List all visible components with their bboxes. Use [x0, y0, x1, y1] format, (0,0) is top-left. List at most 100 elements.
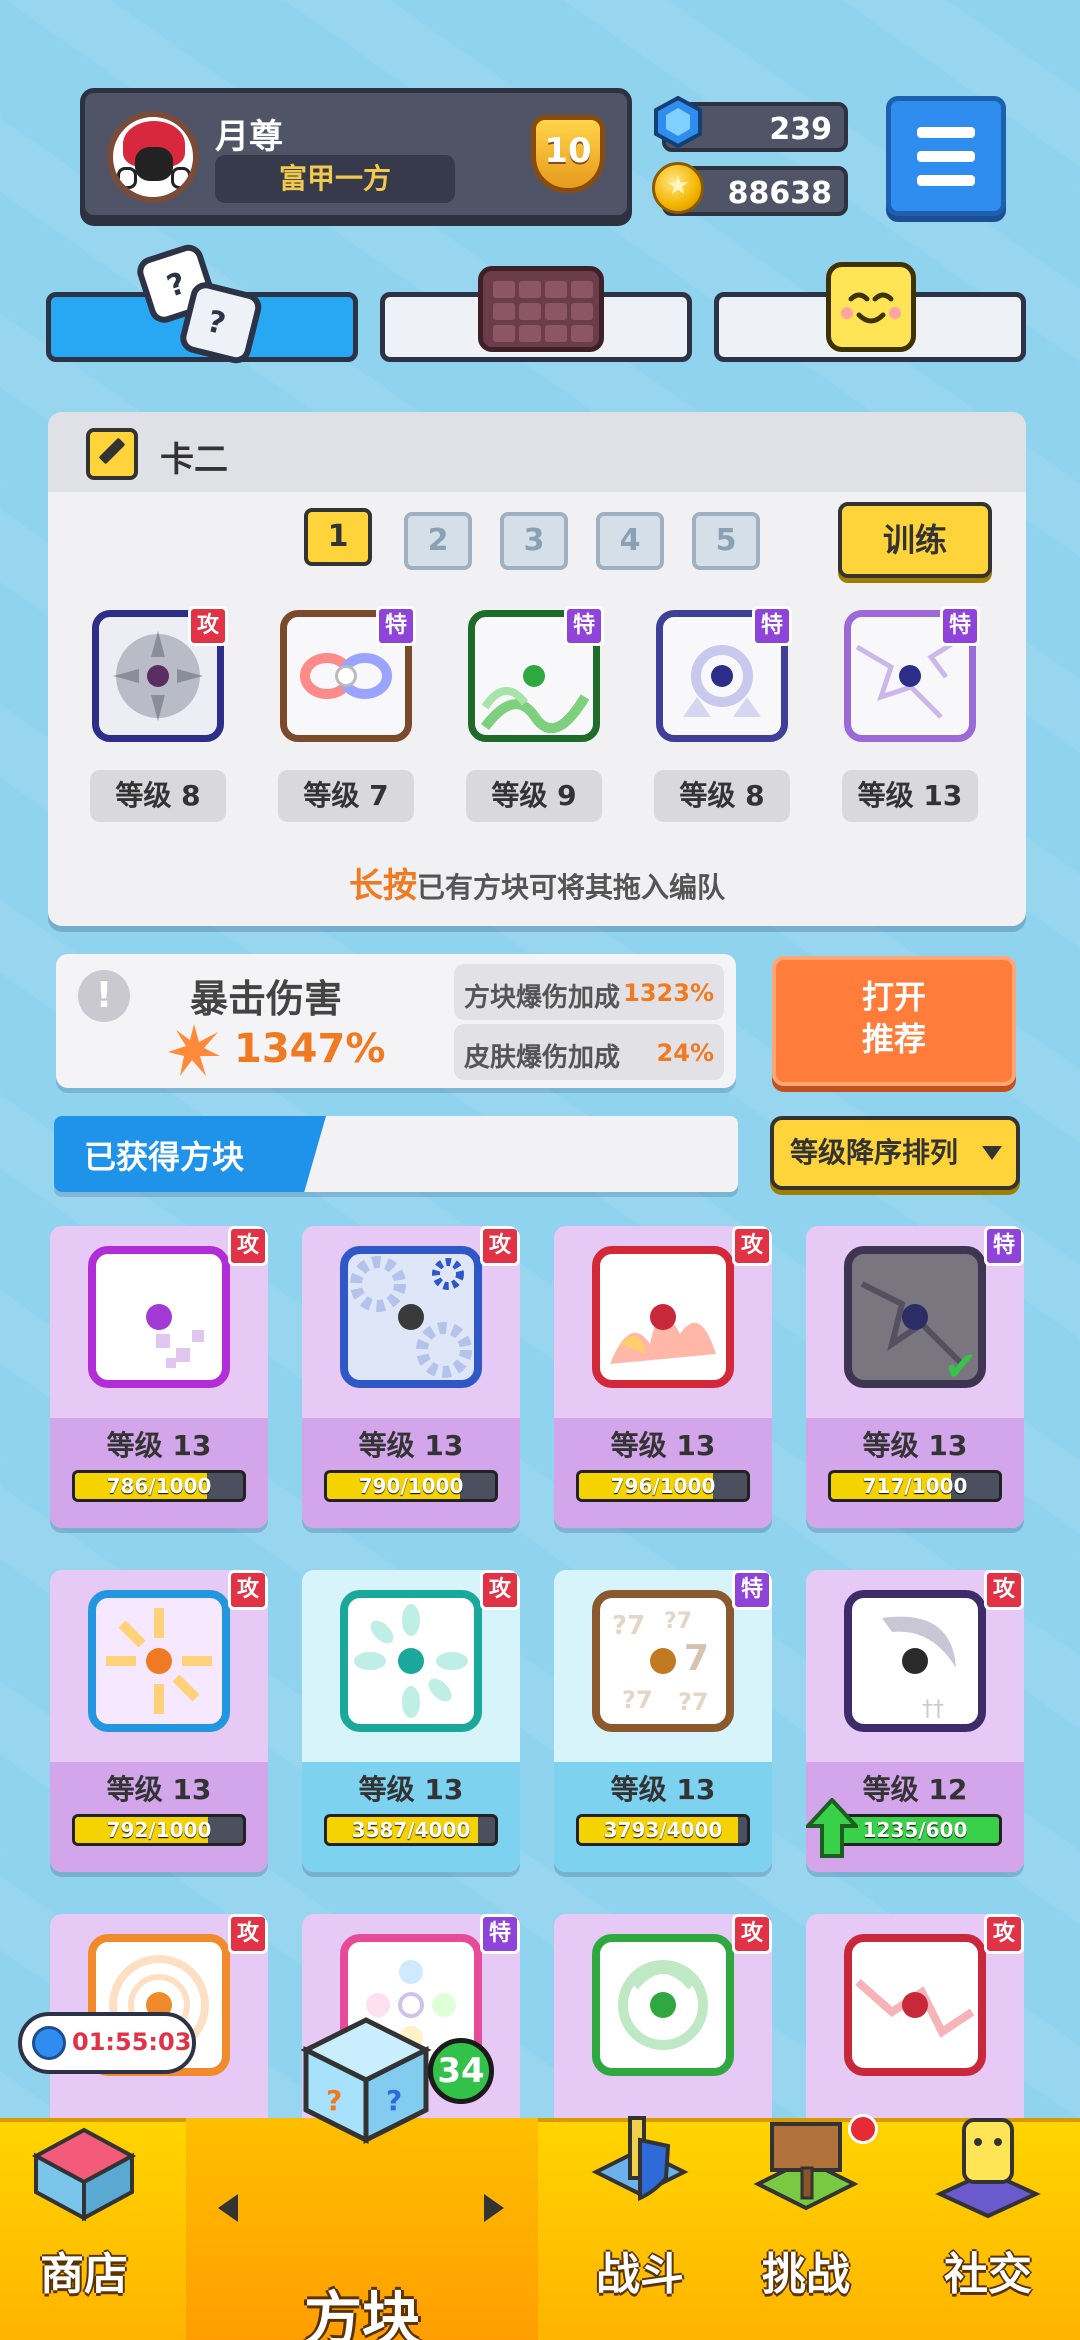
nav-social-label: 社交: [944, 2249, 1032, 2300]
card-progress-text: 792/1000: [106, 1818, 212, 1842]
card-progress-text: 786/1000: [106, 1474, 212, 1498]
nav-challenge[interactable]: 挑战: [726, 2110, 886, 2340]
card-level: 等级 13: [106, 1773, 212, 1806]
svg-text:††: ††: [922, 1697, 944, 1722]
deck-tab-2[interactable]: 2: [404, 512, 472, 570]
deck-tab-3[interactable]: 3: [500, 512, 568, 570]
card-type-tag: 特: [480, 1914, 520, 1954]
card-progress-bar: 3587/4000: [324, 1814, 498, 1846]
deck-tab-5[interactable]: 5: [692, 512, 760, 570]
card-progress-bar: 786/1000: [72, 1470, 246, 1502]
stopwatch-icon: [32, 2026, 66, 2060]
skin-crit-bonus-value: 24%: [656, 1039, 714, 1067]
card-progress-bar: 3793/4000: [576, 1814, 750, 1846]
equipped-check-icon: ✔: [944, 1344, 978, 1390]
dice-icon: ? ?: [137, 244, 262, 364]
scythe-block-icon: ††: [844, 1590, 986, 1732]
skin-crit-bonus-label: 皮肤爆伤加成: [464, 1043, 621, 1073]
rank-number: 10: [544, 131, 592, 171]
card-type-tag: 攻: [228, 1914, 268, 1954]
event-timer[interactable]: 01:55:03: [18, 2012, 196, 2074]
card-level: 等级 13: [610, 1773, 716, 1806]
slot-1-level: 等级 8: [90, 770, 226, 822]
nav-battle[interactable]: 战斗: [560, 2110, 720, 2340]
gem-icon: [654, 96, 702, 148]
card-level: 等级 13: [358, 1429, 464, 1462]
deck-tab-1[interactable]: 1: [304, 508, 372, 566]
block-crit-bonus-label: 方块爆伤加成: [464, 983, 621, 1013]
coin-icon: ★: [652, 162, 704, 214]
slot-3-type-tag: 特: [564, 606, 604, 646]
chevron-down-icon: [982, 1146, 1002, 1160]
player-profile-card[interactable]: 月尊 富甲一方 10: [80, 88, 632, 220]
card-progress-text: 796/1000: [610, 1474, 716, 1498]
character-icon: [935, 2118, 1041, 2219]
gear-block-icon: [340, 1246, 482, 1388]
nav-next-arrow-icon[interactable]: [484, 2194, 504, 2222]
sort-label: 等级降序排列: [790, 1136, 959, 1169]
slot-4-type-tag: 特: [752, 606, 792, 646]
info-icon[interactable]: !: [78, 970, 130, 1022]
card-progress-text: 3793/4000: [603, 1818, 723, 1842]
sun-block-icon: [88, 1590, 230, 1732]
block-card[interactable]: 攻 等级 13 790/1000: [302, 1226, 520, 1528]
menu-button[interactable]: [886, 96, 1006, 216]
nav-shop[interactable]: 商店: [4, 2110, 164, 2340]
svg-text:?7: ?7: [664, 1609, 692, 1634]
slot-5-level: 等级 13: [842, 770, 978, 822]
card-level: 等级 13: [106, 1429, 212, 1462]
timer-text: 01:55:03: [72, 2028, 192, 2056]
upgrade-arrow-icon[interactable]: [806, 1798, 858, 1858]
slot-4-level: 等级 8: [654, 770, 790, 822]
svg-text:7: 7: [684, 1638, 709, 1679]
card-progress-bar: 790/1000: [324, 1470, 498, 1502]
block-card[interactable]: ?7 ?7 ?7 ?7 7 特 等级 13 3793/4000: [554, 1570, 772, 1872]
svg-text:?7: ?7: [612, 1611, 645, 1641]
block-card[interactable]: †† 攻 等级 12 1235/600: [806, 1570, 1024, 1872]
fire-block-icon: [592, 1246, 734, 1388]
nav-battle-label: 战斗: [596, 2249, 684, 2300]
gems-value: 239: [769, 112, 832, 147]
card-progress-text: 790/1000: [358, 1474, 464, 1498]
blocks-count-badge: 34: [428, 2038, 494, 2104]
deck-name[interactable]: 卡二: [160, 432, 228, 481]
crit-damage-panel[interactable]: ! 暴击伤害 1347% 方块爆伤加成 1323% 皮肤爆伤加成 24%: [56, 954, 736, 1088]
slot-5-type-tag: 特: [940, 606, 980, 646]
smile-face-icon: [826, 262, 916, 352]
card-type-tag: 攻: [984, 1570, 1024, 1610]
card-type-tag: 攻: [480, 1226, 520, 1266]
card-type-tag: 攻: [480, 1570, 520, 1610]
card-progress-text: 3587/4000: [351, 1818, 471, 1842]
nav-blocks-label[interactable]: 方块: [186, 2272, 538, 2340]
mystery-cube-icon: ? ?: [300, 2017, 432, 2145]
sort-dropdown[interactable]: 等级降序排列: [770, 1116, 1020, 1190]
slot-2-type-tag: 特: [376, 606, 416, 646]
nav-prev-arrow-icon[interactable]: [218, 2194, 238, 2222]
block-card[interactable]: 攻 等级 13 786/1000: [50, 1226, 268, 1528]
open-recommend-button[interactable]: 打开 推荐: [772, 956, 1016, 1086]
deck-tab-4[interactable]: 4: [596, 512, 664, 570]
block-crit-bonus-value: 1323%: [623, 979, 714, 1007]
svg-text:?7: ?7: [622, 1686, 653, 1714]
card-level: 等级 13: [358, 1773, 464, 1806]
block-card[interactable]: 攻 等级 13 3587/4000: [302, 1570, 520, 1872]
rank-badge[interactable]: 10: [525, 109, 611, 199]
nav-challenge-label: 挑战: [762, 2249, 850, 2300]
card-level: 等级 13: [610, 1429, 716, 1462]
crit-value: 1347%: [234, 1026, 386, 1072]
block-card[interactable]: 攻 等级 13 792/1000: [50, 1570, 268, 1872]
biohazard-block-icon: [592, 1934, 734, 2076]
card-type-tag: 攻: [984, 1914, 1024, 1954]
svg-text:?: ?: [326, 2084, 342, 2117]
deck-hint-highlight: 长按: [348, 866, 417, 906]
slot-1-type-tag: 攻: [188, 606, 228, 646]
card-progress-bar: 717/1000: [828, 1470, 1002, 1502]
recommend-line-2: 推荐: [861, 1020, 926, 1058]
block-card[interactable]: 攻 等级 13 796/1000: [554, 1226, 772, 1528]
nav-social[interactable]: 社交: [908, 2110, 1068, 2340]
mystery-block-icon: ?7 ?7 ?7 ?7 7: [592, 1590, 734, 1732]
player-avatar[interactable]: [107, 111, 199, 203]
train-button[interactable]: 训练: [838, 502, 992, 578]
pencil-icon[interactable]: [86, 428, 138, 480]
block-card[interactable]: 特 ✔ 等级 13 717/1000: [806, 1226, 1024, 1528]
